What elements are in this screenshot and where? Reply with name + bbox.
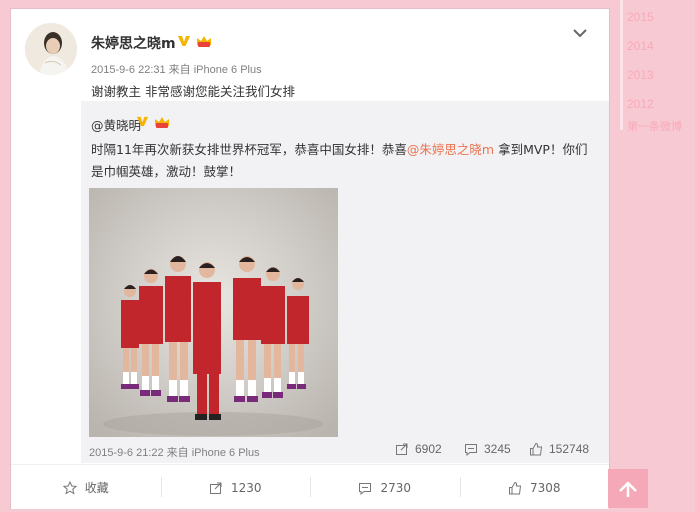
like-button[interactable]: 7308: [459, 465, 610, 510]
comment-count: 3245: [484, 442, 511, 456]
avatar-image: [25, 23, 77, 75]
verified-v-icon: [178, 36, 190, 46]
repost-forward-count[interactable]: 6902: [395, 442, 442, 456]
verified-v-icon: [136, 116, 149, 127]
post-author-name[interactable]: 朱婷思之晓m: [91, 33, 176, 53]
timeline-first-post[interactable]: 第一条微博: [627, 118, 682, 134]
post-action-bar: 收藏 1230 2730 7308: [11, 464, 609, 510]
like-count: 152748: [549, 442, 590, 456]
like-count: 7308: [529, 480, 561, 495]
year-timeline: 2015 2014 2013 2012 第一条微博: [618, 0, 695, 140]
back-to-top-button[interactable]: [608, 469, 648, 508]
favorite-label: 收藏: [84, 481, 109, 495]
repost-meta: 2015-9-6 21:22 来自 iPhone 6 Plus: [89, 447, 260, 459]
weibo-post-card: 朱婷思之晓m 2015-9-6 22:31 来自 iPhone 6 Plus 谢…: [10, 8, 610, 509]
timeline-year-2015[interactable]: 2015: [627, 10, 654, 24]
repost-comment-count[interactable]: 3245: [464, 442, 511, 456]
timeline-year-2014[interactable]: 2014: [627, 39, 654, 53]
forward-icon: [396, 443, 408, 455]
thumbs-up-icon: [508, 481, 522, 494]
timeline-line: [620, 0, 623, 130]
comment-button[interactable]: 2730: [310, 465, 460, 510]
timeline-year-2012[interactable]: 2012: [627, 97, 654, 111]
timeline-year-2013[interactable]: 2013: [627, 68, 654, 82]
repost-like-count[interactable]: 152748: [529, 442, 589, 456]
reposted-content: @黄晓明 时隔11年再次新获女排世界杯冠军，恭喜中国女排！恭喜@朱婷思之晓m 拿…: [81, 101, 609, 463]
mention-link[interactable]: @朱婷思之晓m: [407, 142, 494, 157]
forward-count: 6902: [415, 442, 442, 456]
post-meta: 2015-9-6 22:31 来自 iPhone 6 Plus: [91, 64, 262, 76]
repost-text-part: 时隔11年再次新获女排世界杯冠军，恭喜中国女排！恭喜: [91, 142, 407, 157]
vip-crown-icon[interactable]: [153, 114, 171, 130]
comment-icon: [359, 482, 372, 495]
repost-text: 时隔11年再次新获女排世界杯冠军，恭喜中国女排！恭喜@朱婷思之晓m 拿到MVP！…: [91, 139, 596, 183]
chevron-down-icon[interactable]: [572, 27, 588, 39]
arrow-up-icon: [619, 481, 637, 497]
star-icon: [62, 480, 77, 495]
post-text: 谢谢教主 非常感谢您能关注我们女排: [91, 84, 295, 99]
comment-icon: [465, 444, 477, 456]
repost-count: 1230: [230, 480, 262, 495]
thumbs-up-icon: [530, 442, 543, 456]
team-photo-image: [89, 188, 338, 437]
vip-crown-icon[interactable]: [195, 33, 213, 49]
comment-count: 2730: [380, 480, 412, 495]
repost-author-name[interactable]: @黄晓明: [91, 115, 141, 134]
favorite-button[interactable]: 收藏: [11, 465, 161, 510]
repost-button[interactable]: 1230: [160, 465, 311, 510]
team-photo[interactable]: [89, 188, 338, 437]
avatar[interactable]: [25, 23, 77, 75]
forward-icon: [209, 482, 222, 494]
